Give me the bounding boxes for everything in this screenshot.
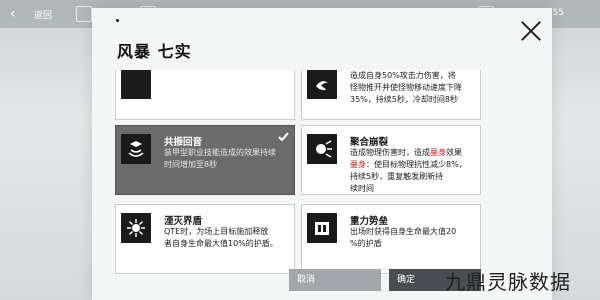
skill-card-desc: QTE时，为场上目标施加释放 者自身生命最大值10%的护盾。 bbox=[164, 227, 278, 248]
skill-card-resonance[interactable]: 共振回音 装甲型职业技能造成的效果持续 时间增加至8秒 bbox=[115, 125, 295, 195]
cancel-button[interactable]: 取消 bbox=[289, 269, 381, 291]
skill-card-name: 聚合崩裂 bbox=[350, 137, 389, 148]
burst-icon bbox=[307, 134, 337, 164]
skill-card-wind[interactable]: 造成自身50%攻击力伤害，将 怪物推开并使怪物移动速度下降 35%，持续5秒，冷… bbox=[301, 70, 481, 120]
barrier-icon bbox=[307, 213, 337, 243]
skill-card-name: 共振回音 bbox=[164, 137, 203, 148]
watermark-text: 九鼎灵脉数据 bbox=[445, 270, 571, 294]
skill-card-hidden[interactable] bbox=[115, 70, 295, 120]
back-arrow-icon[interactable]: ‹ bbox=[10, 6, 26, 22]
skill-card-desc: 出场时获得自身生命最大值20 %的护盾 bbox=[350, 227, 457, 248]
shield-burst-icon bbox=[121, 213, 151, 243]
skill-card-shield[interactable]: 湮灭界盾 QTE时，为场上目标施加释放 者自身生命最大值10%的护盾。 bbox=[115, 204, 295, 274]
debuff-highlight-2: 蚕身 bbox=[350, 160, 366, 169]
resonance-icon bbox=[121, 134, 151, 164]
skill-card-name: 湮灭界盾 bbox=[164, 216, 203, 227]
dialog-dot bbox=[116, 19, 119, 22]
skill-icon bbox=[121, 70, 151, 99]
skill-card-desc: 造成自身50%攻击力伤害，将 怪物推开并使怪物移动速度下降 35%，持续5秒，冷… bbox=[350, 71, 462, 104]
skill-card-desc: 装甲型职业技能造成的效果持续 时间增加至8秒 bbox=[164, 148, 276, 169]
close-icon[interactable] bbox=[518, 18, 544, 44]
debuff-highlight: 蚕身 bbox=[430, 148, 446, 157]
skill-card-name: 重力势垒 bbox=[350, 216, 389, 227]
checkmark-icon bbox=[278, 132, 289, 142]
hud-back-label: 返回 bbox=[34, 11, 53, 21]
skill-card-desc: 造成物理伤害时，造成蚕身效果 蚕身：使目标物理抗性减少8%， 持续5秒，重复触发… bbox=[350, 148, 467, 193]
wind-icon bbox=[307, 70, 337, 99]
skill-card-burst[interactable]: 聚合崩裂 造成物理伤害时，造成蚕身效果 蚕身：使目标物理抗性减少8%， 持续5秒… bbox=[301, 125, 481, 195]
skill-card-barrier[interactable]: 重力势垒 出场时获得自身生命最大值20 %的护盾 bbox=[301, 204, 481, 274]
hud-settings-icon[interactable] bbox=[76, 6, 92, 22]
dialog-title: 风暴 七实 bbox=[117, 42, 192, 61]
skill-card-grid: 造成自身50%攻击力伤害，将 怪物推开并使怪物移动速度下降 35%，持续5秒，冷… bbox=[115, 70, 485, 278]
